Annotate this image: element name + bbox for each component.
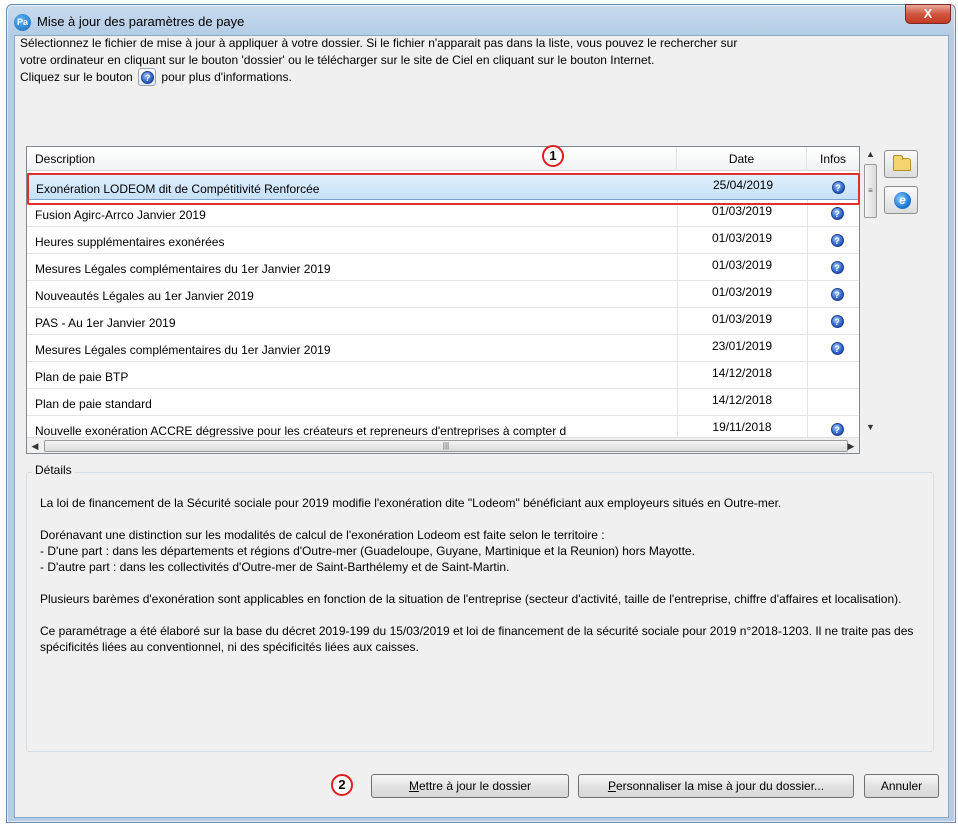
info-cell[interactable]: ?	[817, 422, 857, 436]
table-row[interactable]: Mesures Légales complémentaires du 1er J…	[27, 254, 859, 281]
column-header-infos[interactable]: Infos	[807, 147, 859, 171]
row-date: 19/11/2018	[712, 420, 772, 434]
info-cell[interactable]: ?	[817, 260, 857, 274]
row-date: 01/03/2019	[711, 312, 773, 326]
info-cell[interactable]: ?	[817, 341, 857, 355]
table-row[interactable]: Heures supplémentaires exonérées 01/03/20…	[27, 227, 859, 254]
step-marker-1: 1	[542, 145, 564, 167]
column-header-date[interactable]: Date	[677, 147, 807, 171]
folder-icon	[893, 155, 911, 171]
table-row[interactable]: Plan de paie standard 14/12/2018	[27, 389, 859, 416]
inline-help-button[interactable]: ?	[138, 67, 157, 86]
row-date: 14/12/2018	[711, 393, 773, 407]
row-date: 01/03/2019	[711, 204, 773, 218]
row-description: Nouveautés Légales au 1er Janvier 2019	[35, 289, 254, 303]
info-cell[interactable]: ?	[817, 206, 857, 220]
internet-button[interactable]: e	[884, 186, 918, 214]
row-description: Mesures Légales complémentaires du 1er J…	[35, 262, 331, 276]
horizontal-scrollbar[interactable]: ◀ ||| ▶	[27, 437, 859, 453]
column-header-description[interactable]: Description	[27, 147, 677, 171]
info-cell[interactable]: ?	[817, 287, 857, 301]
help-icon: ?	[830, 315, 844, 328]
folder-button[interactable]	[884, 150, 918, 178]
help-icon: ?	[141, 70, 155, 84]
intro-line-2: votre ordinateur en cliquant sur le bout…	[20, 53, 655, 67]
table-row[interactable]: Plan de paie BTP 14/12/2018	[27, 362, 859, 389]
details-paragraph: Plusieurs barèmes d'exonération sont app…	[40, 592, 902, 606]
list-header: Description Date Infos	[27, 147, 859, 171]
intro-line-1: Sélectionnez le fichier de mise à jour à…	[20, 36, 738, 50]
help-icon: ?	[830, 288, 844, 301]
row-date: 01/03/2019	[711, 258, 773, 272]
table-row[interactable]: Mesures Légales complémentaires du 1er J…	[27, 335, 859, 362]
step-marker-2: 2	[331, 774, 353, 796]
intro-line-3: Cliquez sur le bouton ? pour plus d'info…	[20, 67, 920, 86]
row-description: Heures supplémentaires exonérées	[35, 235, 225, 249]
window-title: Mise à jour des paramètres de paye	[37, 14, 245, 29]
info-cell[interactable]: ?	[817, 314, 857, 328]
help-icon: ?	[830, 423, 844, 436]
details-paragraph: - D'autre part : dans les collectivités …	[40, 560, 510, 574]
title-bar[interactable]: Pa Mise à jour des paramètres de paye X	[7, 4, 955, 35]
table-row[interactable]: PAS - Au 1er Janvier 2019 01/03/2019?	[27, 308, 859, 335]
scroll-right-icon[interactable]: ▶	[843, 438, 859, 454]
cancel-button[interactable]: Annuler	[864, 774, 939, 798]
row-date: 01/03/2019	[711, 285, 773, 299]
row-description: Nouvelle exonération ACCRE dégressive po…	[35, 424, 567, 438]
help-icon: ?	[830, 342, 844, 355]
row-description: Plan de paie BTP	[35, 370, 129, 384]
details-paragraph: - D'une part : dans les départements et …	[40, 544, 695, 558]
row-description: Plan de paie standard	[35, 397, 152, 411]
row-date: 23/01/2019	[711, 339, 773, 353]
details-paragraph: Dorénavant une distinction sur les modal…	[40, 528, 605, 542]
details-legend: Détails	[32, 463, 75, 477]
row-description: PAS - Au 1er Janvier 2019	[35, 316, 176, 330]
list-rows: Exonération LODEOM dit de Compétitivité …	[27, 173, 859, 443]
row-description: Mesures Légales complémentaires du 1er J…	[35, 343, 331, 357]
details-paragraph: Ce paramétrage a été élaboré sur la base…	[40, 624, 914, 654]
close-button[interactable]: X	[905, 4, 951, 24]
details-text: La loi de financement de la Sécurité soc…	[40, 495, 920, 671]
scroll-down-icon[interactable]: ▼	[862, 419, 879, 436]
row-date: 01/03/2019	[711, 231, 773, 245]
internet-explorer-icon: e	[894, 192, 911, 209]
scrollbar-thumb[interactable]: |||	[44, 440, 848, 452]
table-row[interactable]: Nouveautés Légales au 1er Janvier 2019 01…	[27, 281, 859, 308]
help-icon: ?	[830, 234, 844, 247]
details-paragraph: La loi de financement de la Sécurité soc…	[40, 496, 782, 510]
help-icon: ?	[830, 261, 844, 274]
scroll-up-icon[interactable]: ▲	[862, 146, 879, 163]
intro-text: Sélectionnez le fichier de mise à jour à…	[20, 35, 920, 86]
row-date: 14/12/2018	[711, 366, 773, 380]
scrollbar-thumb[interactable]: ≡	[864, 164, 877, 218]
help-icon: ?	[830, 207, 844, 220]
update-folder-button[interactable]: Mettre à jour le dossier	[371, 774, 569, 798]
customize-update-button[interactable]: Personnaliser la mise à jour du dossier.…	[578, 774, 854, 798]
app-icon: Pa	[14, 14, 31, 31]
info-cell[interactable]: ?	[817, 233, 857, 247]
row-description: Fusion Agirc-Arrco Janvier 2019	[35, 208, 206, 222]
selected-row-highlight	[27, 173, 860, 205]
vertical-scrollbar[interactable]: ▲ ≡ ▼	[862, 146, 879, 436]
scroll-left-icon[interactable]: ◀	[27, 438, 43, 454]
